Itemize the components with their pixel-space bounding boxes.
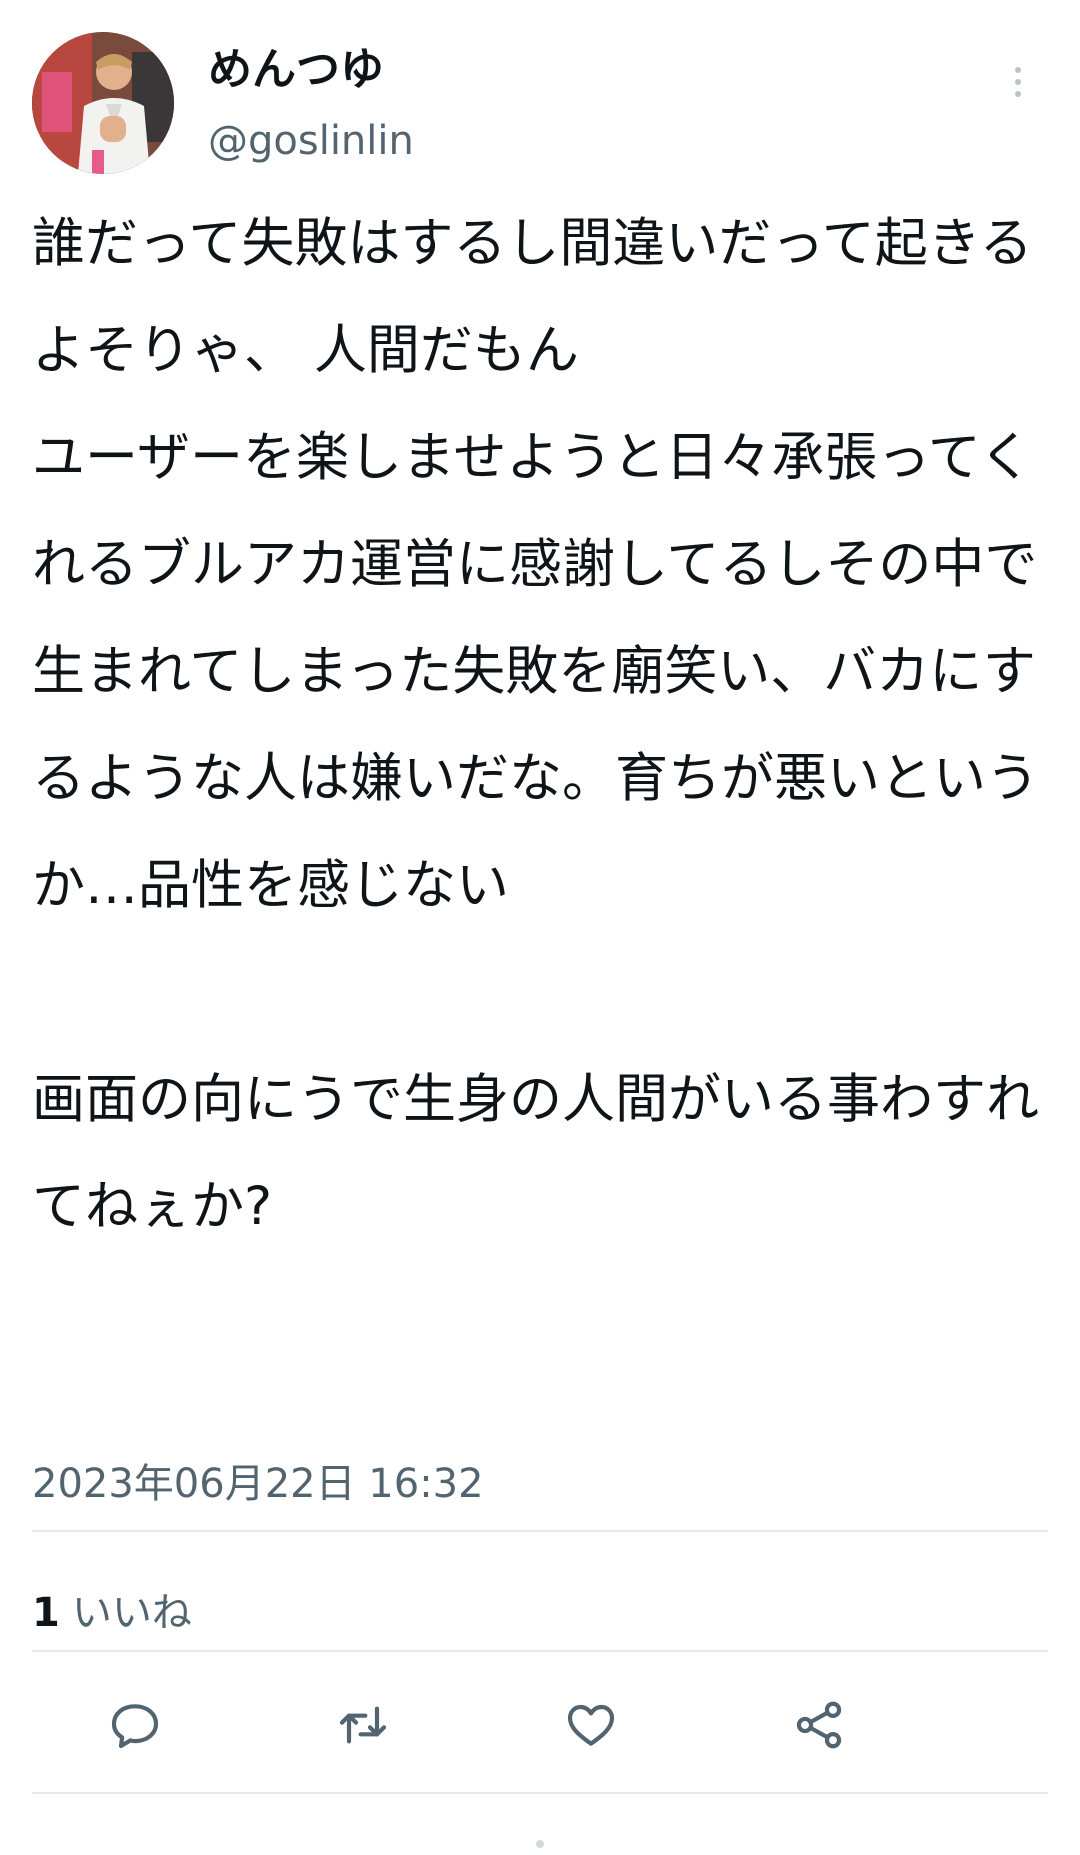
reply-button[interactable] [95, 1685, 175, 1765]
tweet-detail: めんつゆ @goslinlin 誰だって失敗はするし間違いだって起きるよそりゃ、… [0, 0, 1080, 1855]
share-button[interactable] [779, 1685, 859, 1765]
tweet-timestamp[interactable]: 2023年06月22日 16:32 [32, 1456, 484, 1512]
scroll-indicator-icon [536, 1840, 544, 1848]
likes-label: いいね [71, 1590, 192, 1636]
divider-footer [32, 1792, 1048, 1794]
heart-icon [567, 1704, 615, 1746]
user-handle[interactable]: @goslinlin [208, 114, 414, 168]
divider-bottom [32, 1650, 1048, 1652]
like-button[interactable] [551, 1685, 631, 1765]
likes-count: 1 [32, 1590, 60, 1636]
display-name[interactable]: めんつゆ [208, 42, 414, 98]
tweet-text: 誰だって失敗はするし間違いだって起きるよそりゃ、 人間だもん ユーザーを楽しませ… [32, 213, 1039, 1237]
user-names: めんつゆ @goslinlin [208, 42, 414, 168]
action-bar [0, 1685, 1080, 1765]
likes-stat[interactable]: 1 いいね [32, 1585, 192, 1641]
profile-photo-icon [32, 32, 174, 174]
retweet-button[interactable] [323, 1685, 403, 1765]
avatar[interactable] [32, 32, 174, 174]
reply-icon [111, 1704, 159, 1749]
more-options-icon[interactable] [988, 52, 1048, 112]
tweet-header: めんつゆ @goslinlin [32, 32, 1048, 182]
retweet-icon [339, 1706, 387, 1744]
share-icon [796, 1701, 842, 1749]
divider-top [32, 1530, 1048, 1532]
